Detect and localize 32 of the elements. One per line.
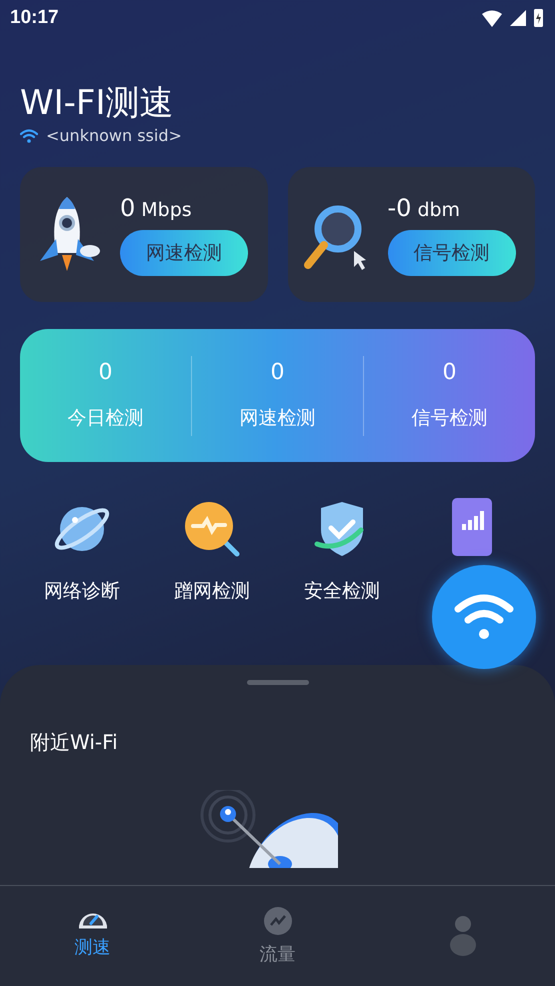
section-title: 附近Wi-Fi xyxy=(30,729,119,756)
test-button[interactable]: 网速检测 xyxy=(120,230,248,276)
person-icon xyxy=(448,915,476,957)
stat-label: 今日检测 xyxy=(68,406,144,431)
chart-icon xyxy=(262,906,292,936)
tool-label[interactable]: 安全检测 xyxy=(304,578,380,604)
stat-count: 0 xyxy=(442,360,456,385)
wifi-icon xyxy=(454,593,514,641)
page-title: WI-FI测速 xyxy=(20,82,174,124)
stat-count: 0 xyxy=(270,360,284,385)
reading-value: -0 xyxy=(388,194,412,222)
reading-unit: Mbps xyxy=(141,198,192,220)
battery-icon xyxy=(534,9,543,27)
wifi-fab-button[interactable] xyxy=(432,565,536,669)
tool-label[interactable]: 网络诊断 xyxy=(44,578,120,604)
stat-count: 0 xyxy=(98,360,112,385)
reading-unit: dbm xyxy=(417,198,460,220)
speedometer-icon xyxy=(76,913,108,929)
tool-label[interactable]: 蹭网检测 xyxy=(174,578,250,604)
stat-label: 网速检测 xyxy=(240,406,316,431)
cell-signal-icon xyxy=(510,10,526,26)
status-time: 10:17 xyxy=(10,7,59,29)
test-button[interactable]: 信号检测 xyxy=(388,230,516,276)
nav-tab[interactable]: 流量 xyxy=(185,886,370,986)
sheet-handle[interactable] xyxy=(246,680,308,685)
wifi-signal-icon xyxy=(482,10,502,26)
reading-value: 0 xyxy=(120,194,136,222)
stat-label: 信号检测 xyxy=(412,406,488,431)
nav-tab[interactable]: 测速 xyxy=(0,886,185,986)
phone-signal-icon[interactable] xyxy=(452,498,492,556)
ssid-text: <unknown ssid> xyxy=(46,126,182,145)
wifi-icon xyxy=(20,128,38,142)
